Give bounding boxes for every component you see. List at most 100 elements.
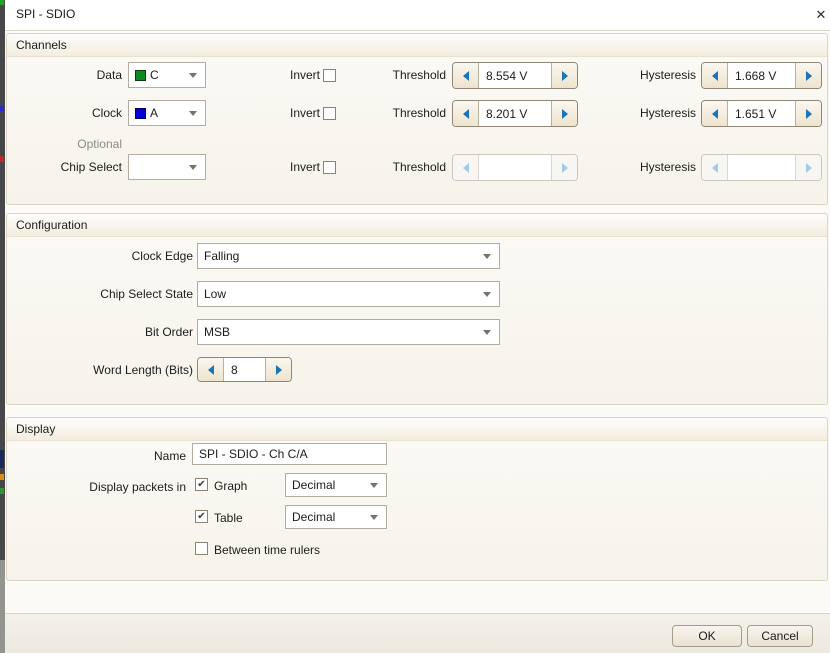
spi-analyzer-settings-dialog: SPI - SDIO ✕ Channels Data C Invert Thre… [0,0,830,653]
threshold-label-chip-select: Threshold [378,160,446,174]
clock-channel-value: A [146,106,158,120]
spin-increment-button[interactable] [551,63,577,88]
spin-decrement-button[interactable] [453,63,479,88]
dropdown-arrow-icon [189,111,197,116]
chip-select-state-select[interactable]: Low [197,281,500,307]
spin-increment-button[interactable] [551,101,577,126]
invert-label-clock: Invert [268,106,320,120]
hysteresis-label-clock: Hysteresis [623,106,696,120]
spin-left-icon [208,365,214,375]
word-length-label: Word Length (Bits) [40,363,193,377]
graph-label: Graph [214,479,274,493]
dropdown-arrow-icon [483,254,491,259]
table-label: Table [214,511,274,525]
dropdown-arrow-icon [483,330,491,335]
invert-checkbox-chip-select[interactable] [323,161,336,174]
graph-format-select[interactable]: Decimal [285,473,387,497]
spin-left-icon [463,71,469,81]
clock-threshold-spinner: 8.201 V [452,100,578,127]
spin-decrement-button[interactable] [453,101,479,126]
threshold-label-data: Threshold [378,68,446,82]
spin-increment-button[interactable] [795,101,821,126]
name-input[interactable] [192,443,387,465]
data-label: Data [28,68,122,82]
chip-select-state-label: Chip Select State [40,287,193,301]
between-time-rulers-checkbox[interactable] [195,542,208,555]
spin-increment-button[interactable] [795,63,821,88]
spin-left-icon [712,163,718,173]
word-length-spinner: 8 [197,357,292,382]
word-length-value[interactable]: 8 [224,358,265,381]
display-group: Display [6,417,828,581]
display-group-header: Display [7,418,827,441]
spin-right-icon [806,109,812,119]
data-hysteresis-value[interactable]: 1.668 V [728,63,795,88]
data-channel-select[interactable]: C [128,62,206,88]
invert-label-data: Invert [268,68,320,82]
bit-order-select[interactable]: MSB [197,319,500,345]
spin-right-icon [562,163,568,173]
graph-format-value: Decimal [286,478,335,492]
table-checkbox[interactable]: ✔ [195,510,208,523]
spin-right-icon [806,163,812,173]
ok-button[interactable]: OK [672,625,742,647]
spin-right-icon [806,71,812,81]
dropdown-arrow-icon [483,292,491,297]
channels-group-header: Channels [7,34,827,57]
graph-checkbox[interactable]: ✔ [195,478,208,491]
clock-channel-select[interactable]: A [128,100,206,126]
cancel-button[interactable]: Cancel [747,625,813,647]
dropdown-arrow-icon [189,73,197,78]
clock-hysteresis-spinner: 1.651 V [701,100,822,127]
chip-select-label: Chip Select [28,160,122,174]
spin-right-icon [562,109,568,119]
spin-increment-button [551,155,577,180]
data-threshold-value[interactable]: 8.554 V [479,63,551,88]
channel-color-swatch [135,108,146,119]
clock-edge-select[interactable]: Falling [197,243,500,269]
dropdown-arrow-icon [189,165,197,170]
spin-increment-button[interactable] [265,358,291,381]
background-speck [0,0,4,5]
check-icon: ✔ [197,479,205,490]
spin-left-icon [463,109,469,119]
background-speck [0,474,4,480]
data-threshold-spinner: 8.554 V [452,62,578,89]
spin-left-icon [463,163,469,173]
background-speck [0,488,4,494]
clock-threshold-value[interactable]: 8.201 V [479,101,551,126]
spin-right-icon [562,71,568,81]
table-format-select[interactable]: Decimal [285,505,387,529]
background-speck [0,450,4,468]
close-icon[interactable]: ✕ [810,5,830,25]
display-packets-in-label: Display packets in [30,480,186,494]
bit-order-value: MSB [198,325,230,339]
spin-right-icon [276,365,282,375]
clock-label: Clock [28,106,122,120]
dropdown-arrow-icon [370,515,378,520]
data-hysteresis-spinner: 1.668 V [701,62,822,89]
background-speck [0,106,4,111]
name-label: Name [60,449,186,463]
spin-decrement-button[interactable] [198,358,224,381]
spin-left-icon [712,71,718,81]
dropdown-arrow-icon [370,483,378,488]
clock-hysteresis-value[interactable]: 1.651 V [728,101,795,126]
channel-color-swatch [135,70,146,81]
invert-checkbox-clock[interactable] [323,107,336,120]
chip-select-threshold-spinner [452,154,578,181]
clock-edge-label: Clock Edge [40,249,193,263]
titlebar[interactable]: SPI - SDIO ✕ [5,0,830,30]
invert-label-chip-select: Invert [268,160,320,174]
spin-decrement-button [453,155,479,180]
chip-select-channel-select[interactable] [128,154,206,180]
spin-decrement-button[interactable] [702,63,728,88]
invert-checkbox-data[interactable] [323,69,336,82]
table-format-value: Decimal [286,510,335,524]
window-title: SPI - SDIO [16,7,75,21]
hysteresis-label-data: Hysteresis [623,68,696,82]
chip-select-threshold-value [479,155,551,180]
bit-order-label: Bit Order [40,325,193,339]
spin-decrement-button[interactable] [702,101,728,126]
chip-select-hysteresis-value [728,155,795,180]
